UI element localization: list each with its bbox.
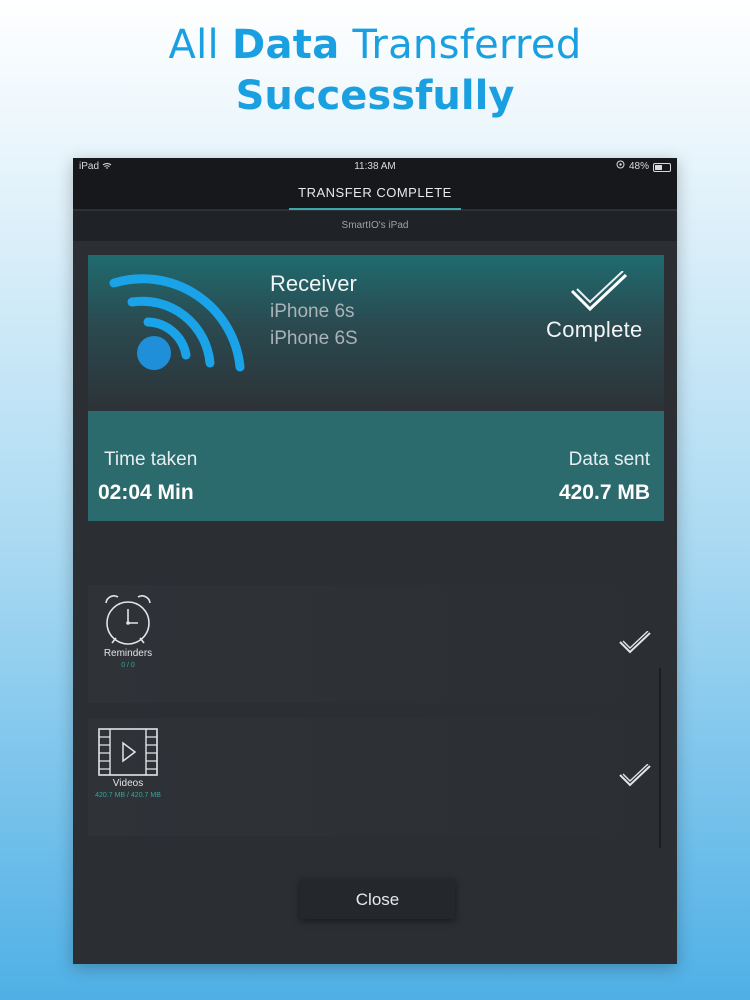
device-subtitle: SmartIO's iPad — [73, 210, 677, 241]
reminders-check-icon — [618, 630, 652, 660]
wifi-icon — [98, 265, 258, 385]
receiver-model: iPhone 6s — [270, 301, 355, 322]
battery-percent: 48% — [628, 161, 649, 172]
stats-card: Time taken 02:04 Min Data sent 420.7 MB — [88, 411, 664, 521]
headline-line-1: All Data Transferred — [0, 20, 750, 70]
close-button[interactable]: Close — [300, 879, 455, 919]
headline-prefix: All — [168, 22, 219, 68]
headline-line-2: Successfully — [235, 73, 515, 119]
receiver-title: Receiver — [270, 271, 357, 296]
videos-progress: 420.7 MB / 420.7 MB — [95, 792, 161, 799]
receiver-card: Receiver iPhone 6s iPhone 6S Complete — [88, 255, 664, 411]
battery-icon — [653, 162, 671, 172]
list-item-videos: Videos 420.7 MB / 420.7 MB — [88, 718, 664, 836]
time-taken-label: Time taken — [104, 449, 198, 470]
headline: All Data Transferred Successfully — [0, 20, 750, 122]
ipad-screen: iPad 11:38 AM 48% TRANSFER COMPLETE Smar… — [73, 158, 677, 964]
status-right: 48% — [616, 158, 671, 176]
data-sent-value: 420.7 MB — [558, 481, 650, 504]
complete-check-icon — [568, 270, 632, 320]
status-bar: iPad 11:38 AM 48% — [73, 158, 677, 176]
nav-title: TRANSFER COMPLETE — [73, 176, 677, 209]
list-item-reminders: Reminders 0 / 0 — [88, 585, 664, 703]
complete-status: Complete — [546, 317, 643, 342]
scrollbar[interactable] — [659, 668, 661, 848]
alarm-clock-icon — [98, 591, 158, 654]
videos-label: Videos — [112, 778, 144, 789]
video-icon — [98, 728, 158, 781]
reminders-progress: 0 / 0 — [121, 662, 135, 669]
headline-bold: Data — [231, 22, 340, 68]
clock: 11:38 AM — [354, 161, 396, 172]
receiver-model-alt: iPhone 6S — [270, 328, 358, 349]
lock-rotation-icon — [616, 158, 625, 176]
time-taken-value: 02:04 Min — [98, 481, 194, 504]
reminders-label: Reminders — [103, 648, 153, 659]
data-sent-label: Data sent — [568, 449, 650, 470]
headline-suffix: Transferred — [352, 22, 582, 68]
videos-check-icon — [618, 763, 652, 793]
